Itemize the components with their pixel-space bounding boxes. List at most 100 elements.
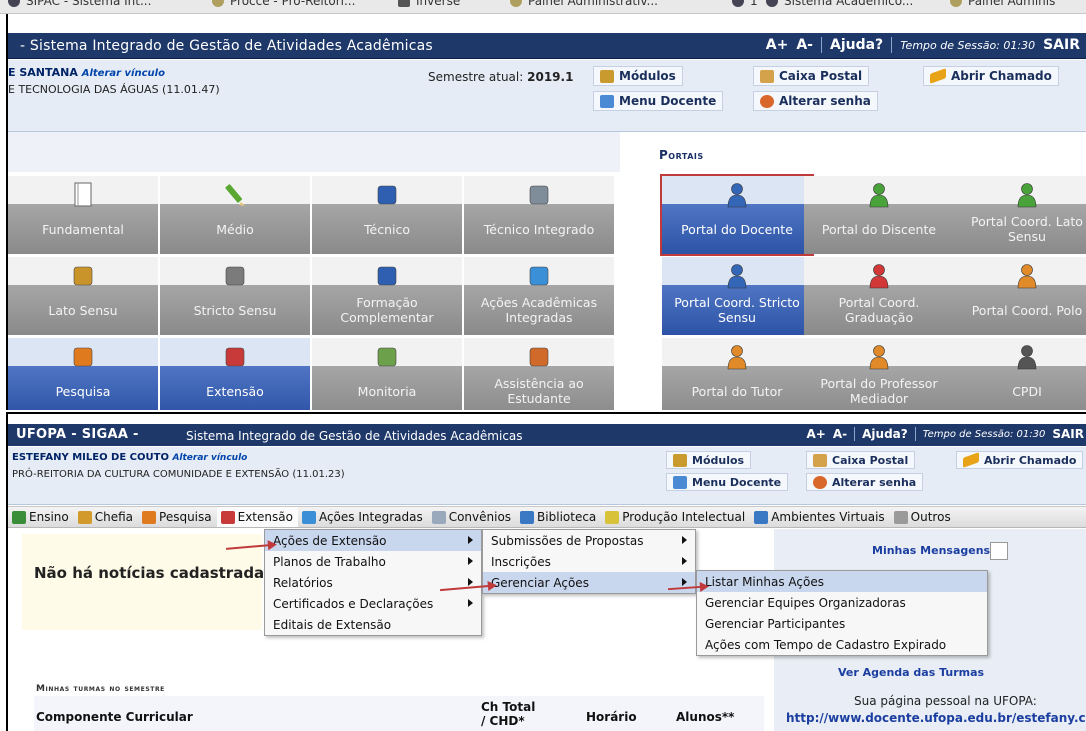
- font-increase-button[interactable]: A+: [807, 427, 826, 441]
- open-ticket-link[interactable]: Abrir Chamado: [956, 451, 1084, 469]
- sipac-icon: [8, 0, 20, 7]
- submenu-item[interactable]: Submissões de Propostas: [483, 530, 695, 551]
- bookmark-item[interactable]: Inverse: [398, 0, 460, 8]
- folder-icon: [212, 0, 224, 7]
- module-tile[interactable]: Assistência ao Estudante: [464, 338, 614, 410]
- help-link[interactable]: Ajuda?: [862, 427, 908, 441]
- submenu-item-label: Gerenciar Equipes Organizadoras: [705, 595, 906, 610]
- menu-item[interactable]: Ações Integradas: [298, 507, 428, 527]
- menu-item-label: Ensino: [29, 510, 69, 524]
- submenu-item[interactable]: Editais de Extensão: [265, 614, 481, 635]
- teacher-menu-link[interactable]: Menu Docente: [666, 473, 789, 491]
- module-tile[interactable]: Formação Complementar: [312, 257, 462, 335]
- menu-item[interactable]: Biblioteca: [516, 507, 601, 527]
- help-link[interactable]: Ajuda?: [830, 37, 883, 53]
- portal-tile[interactable]: Portal do Docente: [660, 174, 814, 256]
- menu-item[interactable]: Convênios: [428, 507, 516, 527]
- font-decrease-button[interactable]: A-: [833, 427, 847, 441]
- personal-page-url[interactable]: http://www.docente.ufopa.edu.br/estefany…: [786, 711, 1086, 725]
- bookmark-item[interactable]: Painel Administrativ...: [510, 0, 658, 8]
- submenu-arrow-icon: [682, 578, 687, 586]
- menu-item[interactable]: Ambientes Virtuais: [750, 507, 889, 527]
- module-tile[interactable]: Stricto Sensu: [160, 257, 310, 335]
- portal-tile[interactable]: Portal Coord. Stricto Sensu: [662, 257, 812, 335]
- menu-item-label: Ambientes Virtuais: [771, 510, 885, 524]
- user-blue-icon: [725, 263, 749, 289]
- module-tile[interactable]: Técnico: [312, 176, 462, 254]
- submenu-item[interactable]: Gerenciar Participantes: [697, 613, 987, 634]
- user-info-bar: ESTEFANY MILEO DE COUTO Alterar vínculo …: [8, 447, 1086, 505]
- module-tile[interactable]: Técnico Integrado: [464, 176, 614, 254]
- submenu-item[interactable]: Ações com Tempo de Cadastro Expirado: [697, 634, 987, 655]
- user-blue-icon: [725, 182, 749, 208]
- teacher-menu-icon: [600, 94, 614, 108]
- tile-label: Ações Acadêmicas Integradas: [480, 295, 598, 325]
- bookmark-item[interactable]: Sistema Acadêmico...: [766, 0, 913, 8]
- logout-button[interactable]: SAIR: [1043, 37, 1080, 53]
- modules-link[interactable]: Módulos: [593, 66, 683, 86]
- submenu-item[interactable]: Inscrições: [483, 551, 695, 572]
- menu-item[interactable]: Pesquisa: [138, 507, 217, 527]
- people-icon: [527, 344, 551, 370]
- portal-selection-screenshot: - Sistema Integrado de Gestão de Ativida…: [6, 14, 1086, 410]
- module-tile[interactable]: Médio: [160, 176, 310, 254]
- portal-tile[interactable]: Portal Coord. Graduação: [804, 257, 954, 335]
- portal-tile[interactable]: Portal do Discente: [804, 176, 954, 254]
- mailbox-link[interactable]: Caixa Postal: [753, 66, 870, 86]
- module-tile[interactable]: Ações Acadêmicas Integradas: [464, 257, 614, 335]
- menu-item[interactable]: Ensino: [8, 507, 74, 527]
- gift-icon: [223, 344, 247, 370]
- sigaa-brand: UFOPA - SIGAA -: [16, 427, 139, 442]
- change-link[interactable]: Alterar vínculo: [82, 68, 165, 79]
- class-agenda-link[interactable]: Ver Agenda das Turmas: [838, 666, 984, 679]
- change-link[interactable]: Alterar vínculo: [172, 453, 247, 463]
- submenu-item[interactable]: Planos de Trabalho: [265, 551, 481, 572]
- font-decrease-button[interactable]: A-: [796, 37, 813, 53]
- tile-label: Portal do Docente: [681, 221, 793, 237]
- mailbox-link[interactable]: Caixa Postal: [806, 451, 916, 469]
- bookmark-item[interactable]: 1: [732, 0, 758, 8]
- bookmark-item[interactable]: Procce - Pró-Reitori...: [212, 0, 355, 8]
- menu-item[interactable]: Chefia: [74, 507, 138, 527]
- tile-label: Assistência ao Estudante: [494, 376, 584, 406]
- user-suit-icon: [1015, 344, 1039, 370]
- submenu-item-label: Submissões de Propostas: [491, 533, 644, 548]
- portal-tile[interactable]: Portal Coord. Polo: [952, 257, 1086, 335]
- bookmark-item[interactable]: Painel Adminis: [950, 0, 1055, 8]
- font-increase-button[interactable]: A+: [766, 37, 789, 53]
- submenu-item[interactable]: Certificados e Declarações: [265, 593, 481, 614]
- submenu-item-label: Gerenciar Ações: [491, 575, 589, 590]
- submenu-item[interactable]: Gerenciar Ações: [483, 572, 695, 593]
- briefcase-icon: [223, 263, 247, 289]
- submenu-item-label: Ações de Extensão: [273, 533, 387, 548]
- bookmark-item[interactable]: SIPAC - Sistema Int...: [8, 0, 151, 8]
- menu-item-label: Outros: [910, 510, 951, 524]
- menu-item[interactable]: Outros: [890, 507, 956, 527]
- user-name-row: E SANTANA Alterar vínculo: [8, 66, 165, 79]
- module-tile[interactable]: Fundamental: [8, 176, 158, 254]
- portal-tile[interactable]: Portal do Professor Mediador: [804, 338, 954, 410]
- submenu-item[interactable]: Gerenciar Equipes Organizadoras: [697, 592, 987, 613]
- menu-item[interactable]: Produção Intelectual: [601, 507, 750, 527]
- manage-actions-submenu: Listar Minhas Ações Gerenciar Equipes Org…: [696, 570, 988, 656]
- edit-icon: [527, 182, 551, 208]
- my-messages-link[interactable]: Minhas Mensagens: [872, 544, 990, 557]
- modules-link[interactable]: Módulos: [666, 451, 752, 469]
- portal-tile[interactable]: CPDI: [952, 338, 1086, 410]
- change-password-link[interactable]: Alterar senha: [806, 473, 924, 491]
- submenu-item[interactable]: Ações de Extensão: [265, 530, 481, 551]
- portal-tile[interactable]: Portal do Tutor: [662, 338, 812, 410]
- submenu-item[interactable]: Listar Minhas Ações: [697, 571, 987, 592]
- portal-tile[interactable]: Portal Coord. Lato Sensu: [952, 176, 1086, 254]
- open-ticket-link[interactable]: Abrir Chamado: [923, 66, 1059, 86]
- ticket-icon: [963, 452, 979, 468]
- menu-item[interactable]: Extensão: [216, 507, 298, 527]
- module-tile[interactable]: Extensão: [160, 338, 310, 410]
- change-password-link[interactable]: Alterar senha: [753, 91, 878, 111]
- tile-label: Formação Complementar: [340, 295, 434, 325]
- module-tile[interactable]: Lato Sensu: [8, 257, 158, 335]
- logout-button[interactable]: SAIR: [1052, 427, 1084, 441]
- teacher-menu-link[interactable]: Menu Docente: [593, 91, 724, 111]
- module-tile[interactable]: Monitoria: [312, 338, 462, 410]
- module-tile[interactable]: Pesquisa: [8, 338, 158, 410]
